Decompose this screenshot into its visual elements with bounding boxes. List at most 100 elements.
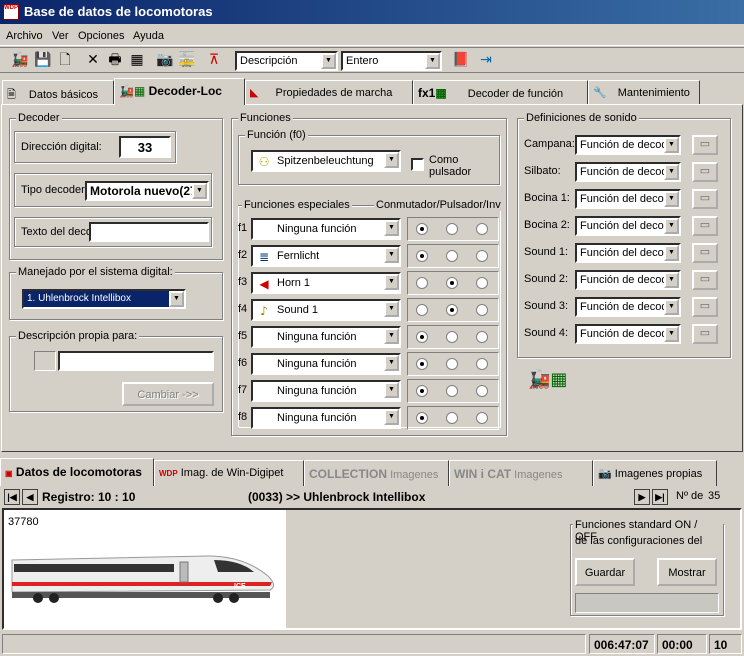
- train-red-icon[interactable]: 🚋: [177, 50, 197, 70]
- decoder-text-input[interactable]: [89, 222, 209, 242]
- sound-select[interactable]: Función de decoder ▼: [575, 324, 681, 344]
- menu-ayuda[interactable]: Ayuda: [133, 30, 164, 42]
- chevron-down-icon: ▼: [664, 272, 679, 288]
- sort-mode-select[interactable]: Entero ▼: [341, 51, 442, 71]
- function-select[interactable]: Ninguna función ▼: [251, 326, 401, 348]
- switch-radio[interactable]: [416, 250, 428, 262]
- filter-icon[interactable]: ⊼: [204, 50, 224, 70]
- switch-radio[interactable]: [416, 385, 428, 397]
- invert-radio[interactable]: [476, 223, 488, 235]
- camera-icon[interactable]: 📷: [155, 50, 175, 70]
- pulse-radio[interactable]: [446, 412, 458, 424]
- decoder-type-select[interactable]: Motorola nuevo(27 ▼: [85, 181, 209, 201]
- menu-opciones[interactable]: Opciones: [78, 30, 124, 42]
- pulse-radio[interactable]: [446, 385, 458, 397]
- description-color-swatch[interactable]: [34, 351, 56, 371]
- folder-icon[interactable]: ▭: [692, 324, 718, 344]
- tab-datos-locomotoras[interactable]: ▣ Datos de locomotoras: [0, 458, 154, 486]
- pulse-radio[interactable]: [446, 358, 458, 370]
- last-record-button[interactable]: ▶|: [652, 489, 668, 505]
- switch-radio[interactable]: [416, 412, 428, 424]
- ice-livery-text: ICE: [234, 583, 246, 590]
- tab-imag-win-digipet[interactable]: WDP Imag. de Win-Digipet: [154, 460, 304, 486]
- sound-select[interactable]: Función del decoder ▼: [575, 243, 681, 263]
- switch-radio[interactable]: [416, 277, 428, 289]
- new-document-icon[interactable]: 🗋: [55, 50, 75, 70]
- tab-decoder-loc[interactable]: 🚂▦ Decoder-Loc: [114, 78, 245, 105]
- description-input[interactable]: [58, 351, 214, 371]
- menu-archivo[interactable]: Archivo: [6, 30, 43, 42]
- first-record-button[interactable]: |◀: [4, 489, 20, 505]
- folder-icon[interactable]: ▭: [692, 162, 718, 182]
- sound-select[interactable]: Función de decoder ▼: [575, 135, 681, 155]
- function-select[interactable]: ◀ Horn 1 ▼: [251, 272, 401, 294]
- invert-radio[interactable]: [476, 250, 488, 262]
- invert-radio[interactable]: [476, 385, 488, 397]
- pulse-radio[interactable]: [446, 277, 458, 289]
- function-row: f2 ≣ Fernlicht ▼: [232, 244, 506, 268]
- switch-radio[interactable]: [416, 304, 428, 316]
- change-button[interactable]: Cambiar ->>: [122, 382, 214, 406]
- function-key: f4: [238, 303, 248, 315]
- function-select[interactable]: Ninguna función ▼: [251, 380, 401, 402]
- menu-ver[interactable]: Ver: [52, 30, 69, 42]
- folder-icon[interactable]: ▭: [692, 135, 718, 155]
- save-icon[interactable]: 💾: [33, 50, 53, 70]
- folder-icon[interactable]: ▭: [692, 189, 718, 209]
- sort-field-select[interactable]: Descripción ▼: [235, 51, 338, 71]
- function-select[interactable]: Ninguna función ▼: [251, 218, 401, 240]
- next-record-button[interactable]: ▶: [634, 489, 650, 505]
- sound-select[interactable]: Función del decoder ▼: [575, 189, 681, 209]
- invert-radio[interactable]: [476, 331, 488, 343]
- tab-propiedades-marcha[interactable]: ◣ Propiedades de marcha: [245, 80, 413, 104]
- switch-radio[interactable]: [416, 223, 428, 235]
- delete-icon[interactable]: ✕: [83, 50, 103, 70]
- invert-radio[interactable]: [476, 412, 488, 424]
- folder-icon[interactable]: ▭: [692, 270, 718, 290]
- pulse-radio[interactable]: [446, 250, 458, 262]
- pulse-radio[interactable]: [446, 223, 458, 235]
- tab-datos-basicos[interactable]: 🗎 Datos básicos: [2, 80, 114, 104]
- function-select[interactable]: Ninguna función ▼: [251, 353, 401, 375]
- invert-radio[interactable]: [476, 277, 488, 289]
- app-icon: WDP: [3, 4, 19, 20]
- show-button[interactable]: Mostrar: [657, 558, 717, 586]
- sound-select[interactable]: Función del decoder ▼: [575, 216, 681, 236]
- function-select[interactable]: ♪ Sound 1 ▼: [251, 299, 401, 321]
- pulse-radio[interactable]: [446, 304, 458, 316]
- function-key: f7: [238, 384, 248, 396]
- folder-icon[interactable]: ▭: [692, 243, 718, 263]
- tab-collection-imagenes[interactable]: COLLECTION Imagenes: [304, 460, 449, 486]
- tab-wincat-imagenes[interactable]: WIN i CAT Imagenes: [449, 460, 593, 486]
- progress-bar: [575, 593, 719, 613]
- momentary-checkbox[interactable]: [411, 158, 424, 171]
- print-icon[interactable]: 🖶: [105, 50, 125, 70]
- tab-decoder-funcion[interactable]: fx1▦ Decoder de función: [413, 80, 588, 104]
- sound-row: Bocina 2: Función del decoder ▼ ▭: [518, 214, 730, 238]
- f0-group: Función (f0) ⚇ Spitzenbeleuchtung ▼ Como…: [238, 129, 500, 185]
- folder-icon[interactable]: ▭: [692, 297, 718, 317]
- f0-select[interactable]: ⚇ Spitzenbeleuchtung ▼: [251, 150, 401, 172]
- digital-system-select[interactable]: 1. Uhlenbrock Intellibox ▼: [22, 289, 186, 309]
- function-select[interactable]: ≣ Fernlicht ▼: [251, 245, 401, 267]
- tab-mantenimiento[interactable]: 🔧 Mantenimiento: [588, 80, 700, 104]
- invert-radio[interactable]: [476, 358, 488, 370]
- fx1-icon: fx1▦: [418, 86, 447, 100]
- switch-radio[interactable]: [416, 331, 428, 343]
- exit-icon[interactable]: ⇥: [476, 50, 496, 70]
- sound-select[interactable]: Función de decoder ▼: [575, 297, 681, 317]
- sound-select[interactable]: Función de decoder ▼: [575, 162, 681, 182]
- book-icon[interactable]: 📕: [451, 50, 471, 70]
- tab-imagenes-propias[interactable]: 📷 Imagenes propias: [593, 460, 717, 486]
- prev-record-button[interactable]: ◀: [22, 489, 38, 505]
- function-select[interactable]: Ninguna función ▼: [251, 407, 401, 429]
- switch-radio[interactable]: [416, 358, 428, 370]
- folder-icon[interactable]: ▭: [692, 216, 718, 236]
- grid-icon[interactable]: ▦: [127, 50, 147, 70]
- pulse-radio[interactable]: [446, 331, 458, 343]
- invert-radio[interactable]: [476, 304, 488, 316]
- sound-select[interactable]: Función de decoder ▼: [575, 270, 681, 290]
- save-button[interactable]: Guardar: [575, 558, 635, 586]
- digital-address-input[interactable]: 33: [119, 136, 171, 158]
- locomotive-icon[interactable]: 🚂: [10, 50, 30, 70]
